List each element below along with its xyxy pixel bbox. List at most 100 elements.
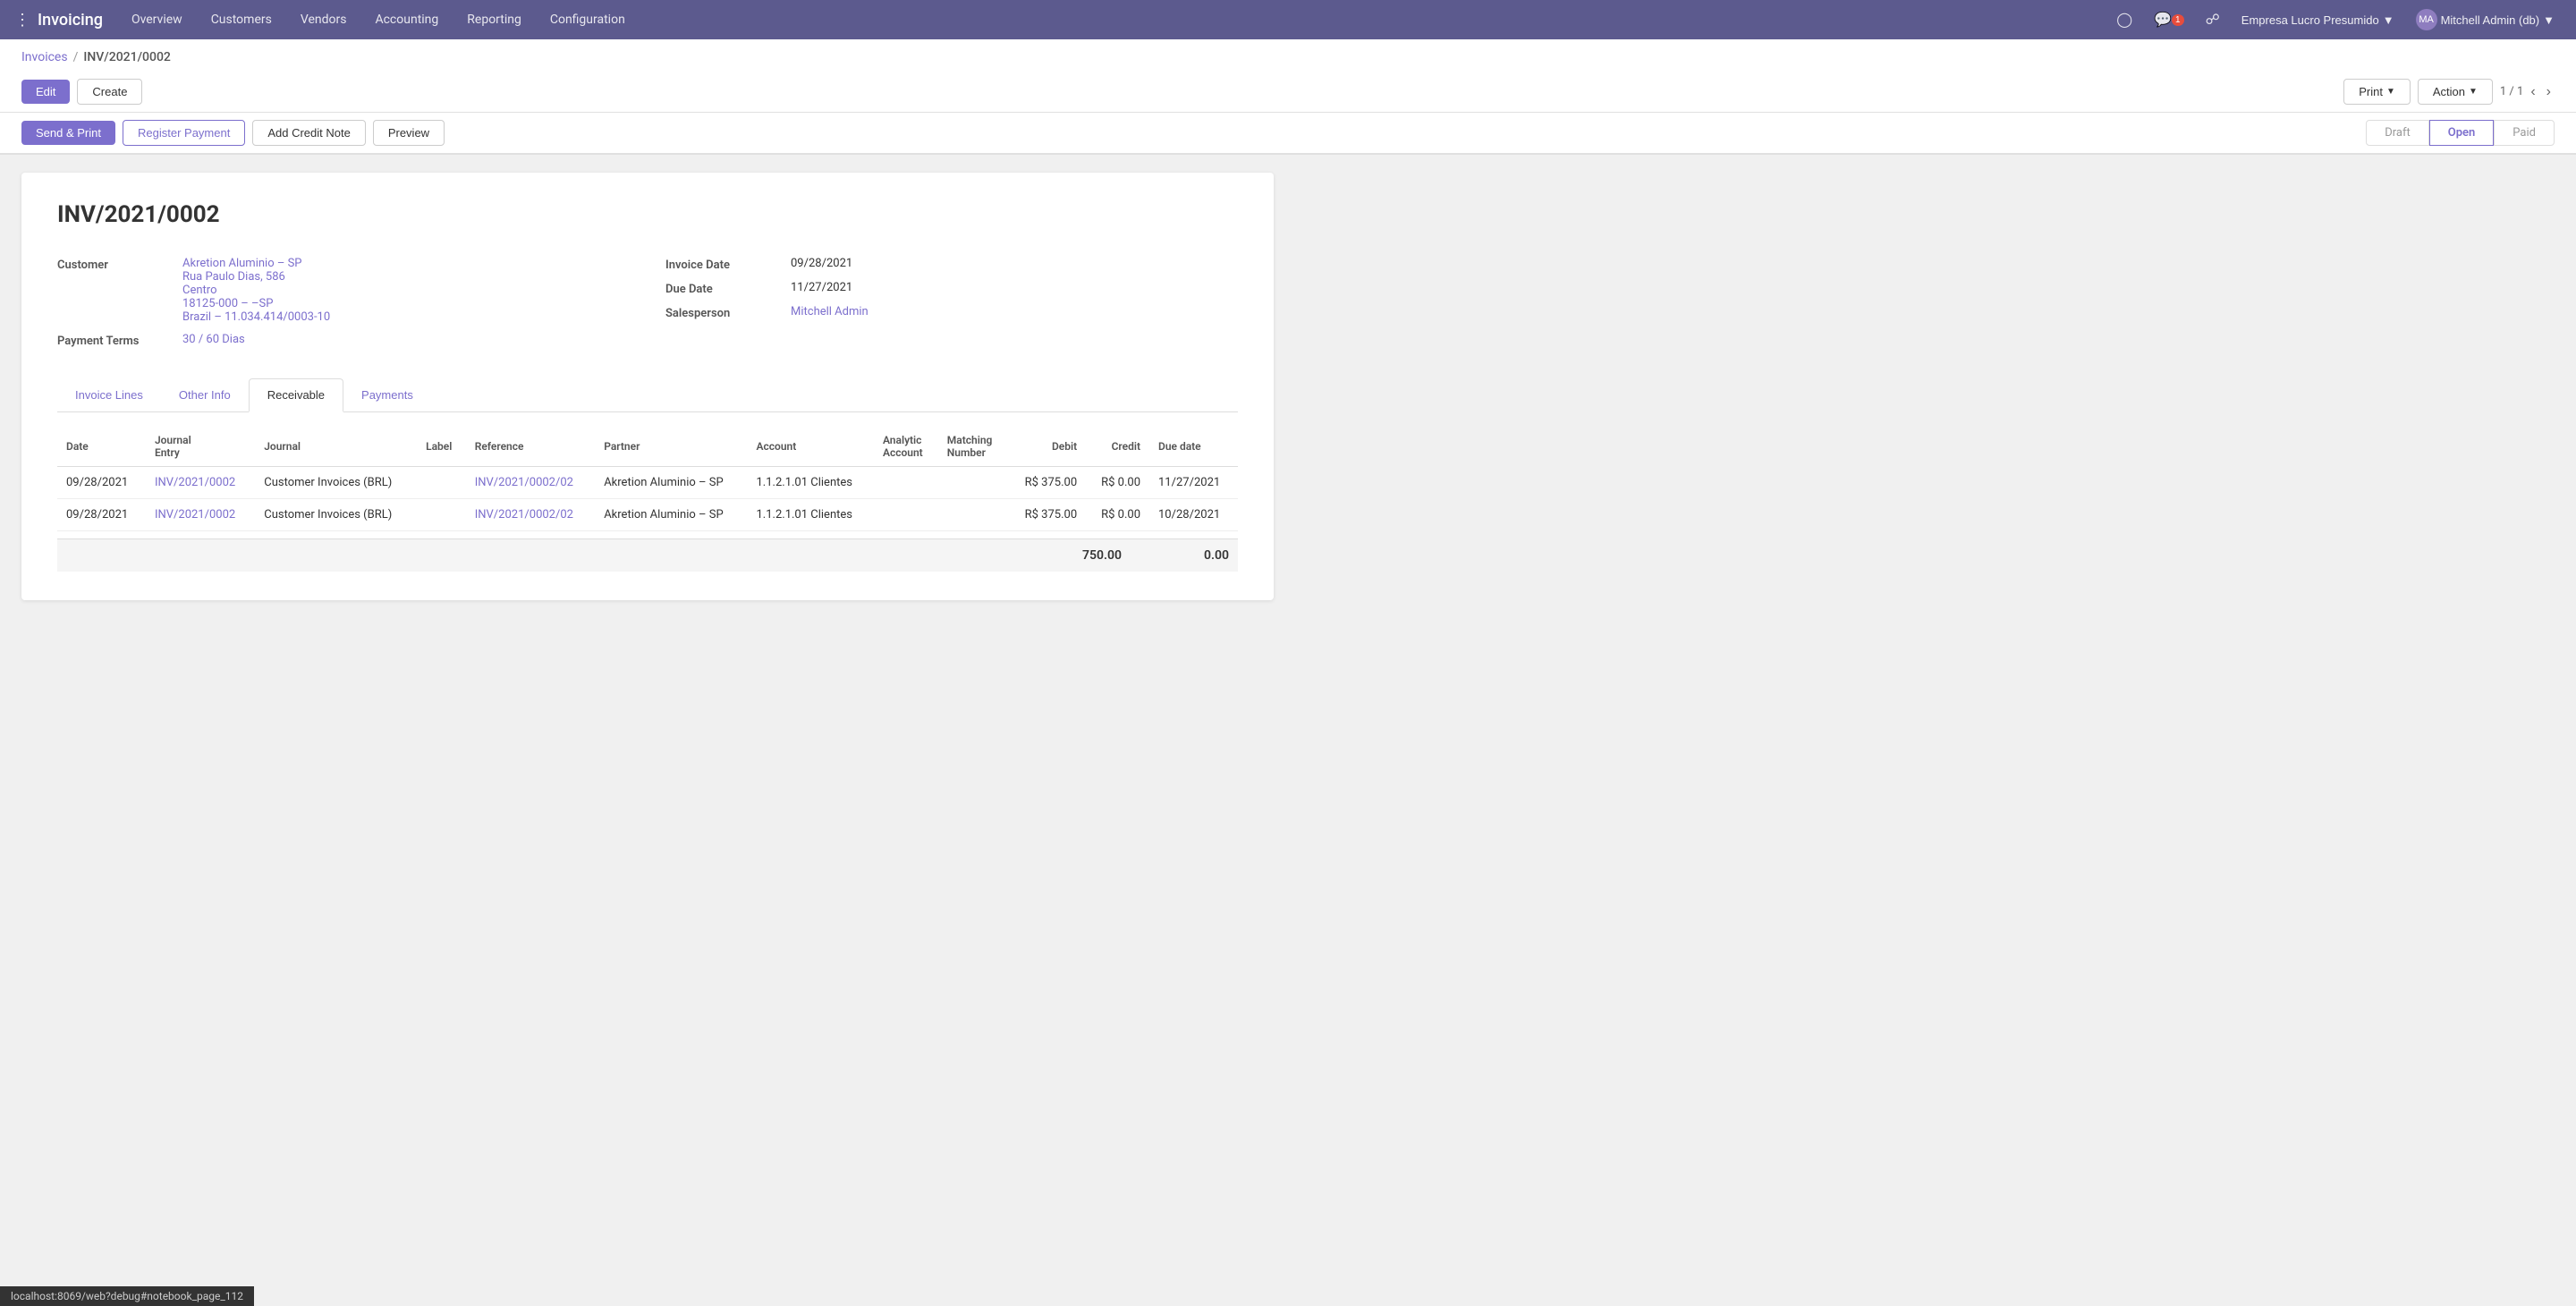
cell-row1-col7 <box>874 499 938 531</box>
app-name: Invoicing <box>38 11 103 30</box>
menu-accounting[interactable]: Accounting <box>360 0 453 39</box>
menu-vendors[interactable]: Vendors <box>286 0 361 39</box>
tab-payments[interactable]: Payments <box>343 378 431 412</box>
user-menu[interactable]: MA Mitchell Admin (db) ▼ <box>2409 5 2562 34</box>
customer-field: Customer Akretion Aluminio – SP Rua Paul… <box>57 257 630 324</box>
statusbar-url: localhost:8069/web?debug#notebook_page_1… <box>11 1290 243 1302</box>
payment-terms-value[interactable]: 30 / 60 Dias <box>182 333 245 346</box>
status-draft: Draft <box>2366 120 2429 146</box>
invoice-card: INV/2021/0002 Customer Akretion Aluminio… <box>21 173 1274 600</box>
tab-other-info[interactable]: Other Info <box>161 378 249 412</box>
page-info: 1 / 1 <box>2500 85 2523 98</box>
invoice-fields: Customer Akretion Aluminio – SP Rua Paul… <box>57 257 1238 357</box>
cell-row0-col9: R$ 375.00 <box>1008 467 1086 499</box>
workflow-status: Draft Open Paid <box>2366 120 2555 146</box>
cell-row0-col10: R$ 0.00 <box>1086 467 1149 499</box>
menu-overview[interactable]: Overview <box>117 0 197 39</box>
prev-page-button[interactable]: ‹ <box>2527 82 2538 102</box>
toolbar-right: Print ▼ Action ▼ 1 / 1 ‹ › <box>2343 79 2555 105</box>
payment-terms-label: Payment Terms <box>57 333 182 348</box>
col-credit: Credit <box>1086 427 1149 467</box>
salesperson-label: Salesperson <box>665 305 791 320</box>
cell-row1-col1: INV/2021/0002 <box>146 499 255 531</box>
register-payment-button[interactable]: Register Payment <box>123 120 245 146</box>
breadcrumb-area: Invoices / INV/2021/0002 Edit Create Pri… <box>0 39 2576 113</box>
edit-button[interactable]: Edit <box>21 80 70 104</box>
create-button[interactable]: Create <box>77 79 142 105</box>
breadcrumb-parent[interactable]: Invoices <box>21 50 68 64</box>
col-matching: MatchingNumber <box>938 427 1008 467</box>
workflow-bar: Send & Print Register Payment Add Credit… <box>0 113 2576 155</box>
salesperson-field: Salesperson Mitchell Admin <box>665 305 1238 320</box>
customer-value: Akretion Aluminio – SP Rua Paulo Dias, 5… <box>182 257 330 324</box>
customer-address3: 18125-000 – –SP <box>182 297 330 310</box>
company-name: Empresa Lucro Presumido <box>2241 13 2379 27</box>
total-debit: 750.00 <box>1050 548 1122 563</box>
due-date-label: Due Date <box>665 281 791 296</box>
col-label: Label <box>417 427 466 467</box>
col-reference: Reference <box>466 427 595 467</box>
col-journal: Journal <box>255 427 417 467</box>
menu-configuration[interactable]: Configuration <box>536 0 640 39</box>
send-print-button[interactable]: Send & Print <box>21 121 115 145</box>
cell-row1-col6: 1.1.2.1.01 Clientes <box>748 499 874 531</box>
invoice-right-fields: Invoice Date 09/28/2021 Due Date 11/27/2… <box>665 257 1238 357</box>
customer-name[interactable]: Akretion Aluminio – SP <box>182 257 330 270</box>
top-navigation: ⋮ Invoicing Overview Customers Vendors A… <box>0 0 2576 39</box>
app-logo[interactable]: ⋮ Invoicing <box>14 11 103 30</box>
menu-reporting[interactable]: Reporting <box>453 0 536 39</box>
company-dropdown-icon: ▼ <box>2383 13 2394 27</box>
grid-icon: ⋮ <box>14 11 30 30</box>
breadcrumb-separator: / <box>73 50 79 64</box>
due-date-field: Due Date 11/27/2021 <box>665 281 1238 296</box>
chat-button[interactable]: 💬 1 <box>2147 7 2190 32</box>
col-date: Date <box>57 427 146 467</box>
table-header: Date JournalEntry Journal Label Referenc… <box>57 427 1238 467</box>
topnav-right: ◯ 💬 1 ☍ Empresa Lucro Presumido ▼ MA Mit… <box>2109 5 2562 34</box>
tab-receivable[interactable]: Receivable <box>249 378 343 412</box>
company-selector[interactable]: Empresa Lucro Presumido ▼ <box>2234 10 2402 30</box>
cell-row0-col1: INV/2021/0002 <box>146 467 255 499</box>
print-button[interactable]: Print ▼ <box>2343 79 2411 105</box>
invoice-number: INV/2021/0002 <box>57 201 1238 228</box>
cell-row1-col11: 10/28/2021 <box>1149 499 1238 531</box>
preview-button[interactable]: Preview <box>373 120 445 146</box>
invoice-date-value: 09/28/2021 <box>791 257 852 270</box>
invoice-tabs: Invoice Lines Other Info Receivable Paym… <box>57 378 1238 412</box>
salesperson-value[interactable]: Mitchell Admin <box>791 305 869 318</box>
cell-row0-col11: 11/27/2021 <box>1149 467 1238 499</box>
cell-row1-col10: R$ 0.00 <box>1086 499 1149 531</box>
invoice-date-field: Invoice Date 09/28/2021 <box>665 257 1238 272</box>
cell-row1-col2: Customer Invoices (BRL) <box>255 499 417 531</box>
status-open: Open <box>2429 120 2495 146</box>
customer-address1: Rua Paulo Dias, 586 <box>182 270 330 284</box>
cell-row1-col9: R$ 375.00 <box>1008 499 1086 531</box>
action-button[interactable]: Action ▼ <box>2418 79 2493 105</box>
menu-customers[interactable]: Customers <box>197 0 286 39</box>
cell-row0-col5: Akretion Aluminio – SP <box>595 467 747 499</box>
cell-row1-col3 <box>417 499 466 531</box>
print-caret-icon: ▼ <box>2386 87 2395 97</box>
add-credit-note-button[interactable]: Add Credit Note <box>252 120 366 146</box>
activity-button[interactable]: ☍ <box>2199 7 2227 32</box>
cell-row0-col2: Customer Invoices (BRL) <box>255 467 417 499</box>
main-content: INV/2021/0002 Customer Akretion Aluminio… <box>0 155 2576 1300</box>
table-body: 09/28/2021INV/2021/0002Customer Invoices… <box>57 467 1238 531</box>
cell-row1-col5: Akretion Aluminio – SP <box>595 499 747 531</box>
user-avatar: MA <box>2416 9 2437 30</box>
cell-row1-col8 <box>938 499 1008 531</box>
table-row[interactable]: 09/28/2021INV/2021/0002Customer Invoices… <box>57 499 1238 531</box>
invoice-date-label: Invoice Date <box>665 257 791 272</box>
due-date-value: 11/27/2021 <box>791 281 852 294</box>
cell-row0-col8 <box>938 467 1008 499</box>
tab-invoice-lines[interactable]: Invoice Lines <box>57 378 161 412</box>
table-row[interactable]: 09/28/2021INV/2021/0002Customer Invoices… <box>57 467 1238 499</box>
col-due-date: Due date <box>1149 427 1238 467</box>
cell-row0-col4: INV/2021/0002/02 <box>466 467 595 499</box>
next-page-button[interactable]: › <box>2543 82 2555 102</box>
customer-address2: Centro <box>182 284 330 297</box>
help-button[interactable]: ◯ <box>2109 7 2140 32</box>
col-partner: Partner <box>595 427 747 467</box>
customer-label: Customer <box>57 257 182 272</box>
user-name: Mitchell Admin (db) <box>2441 13 2540 27</box>
